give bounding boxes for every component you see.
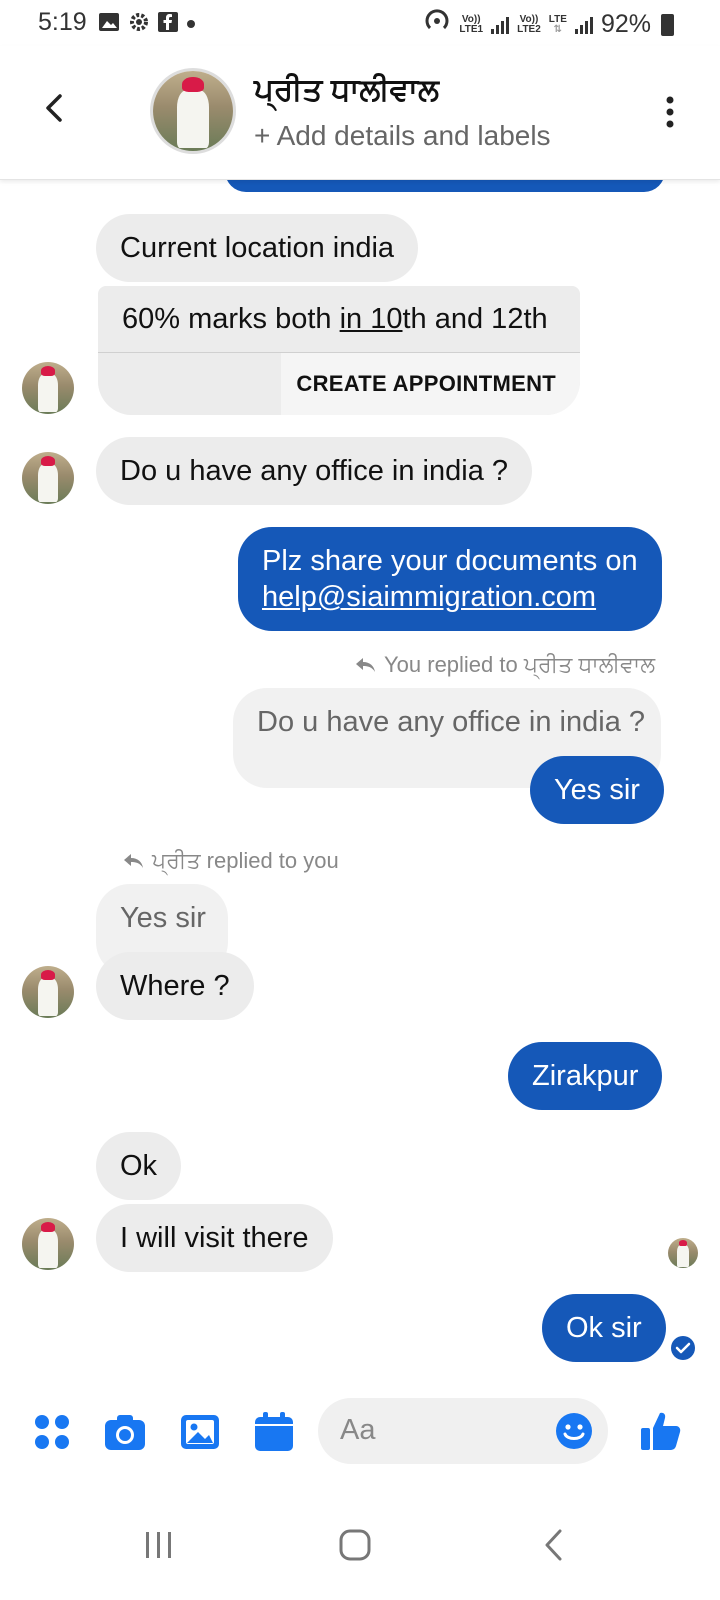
outgoing-message-partial — [225, 180, 665, 192]
more-vertical-icon — [666, 96, 674, 128]
back-button[interactable] — [36, 90, 72, 126]
status-bar: 5:19 Vo)) LTE1 Vo)) LTE2 LTE ⇅ 92% — [0, 0, 720, 46]
sender-avatar[interactable] — [22, 1218, 74, 1270]
apps-button[interactable] — [30, 1410, 74, 1454]
recent-apps-button[interactable] — [134, 1520, 184, 1570]
sender-avatar[interactable] — [22, 362, 74, 414]
nav-back-icon — [545, 1529, 562, 1561]
home-icon — [339, 1529, 371, 1561]
image-icon — [181, 1415, 219, 1449]
back-arrow-icon — [46, 94, 62, 122]
emoji-button[interactable] — [554, 1411, 594, 1451]
message-input[interactable]: Aa — [318, 1398, 608, 1464]
incoming-message-card[interactable]: 60% marks both in 10th and 12th CREATE A… — [98, 286, 580, 415]
appointment-button[interactable] — [252, 1410, 296, 1454]
notification-icons — [98, 11, 196, 38]
recent-apps-icon — [146, 1532, 171, 1558]
add-details-link[interactable]: + Add details and labels — [254, 120, 551, 152]
message-list[interactable]: Current location india 60% marks both in… — [0, 180, 720, 1390]
email-link[interactable]: help@siaimmigration.com — [262, 579, 638, 615]
settings-notification-icon — [128, 11, 150, 38]
battery-icon — [661, 13, 674, 36]
reply-arrow-icon — [124, 854, 143, 868]
outgoing-message[interactable]: Ok sir — [542, 1294, 666, 1362]
thumbs-up-icon — [641, 1412, 681, 1450]
contact-name[interactable]: ਪ੍ਰੀਤ ਧਾਲੀਵਾਲ — [254, 72, 439, 109]
apps-icon — [35, 1415, 69, 1449]
more-options-button[interactable] — [664, 96, 676, 128]
outgoing-message[interactable]: Plz share your documents on help@siaimmi… — [238, 527, 662, 631]
status-time: 5:19 — [38, 8, 87, 36]
calendar-icon — [255, 1412, 293, 1451]
conversation-header: ਪ੍ਰੀਤ ਧਾਲੀਵਾਲ + Add details and labels — [0, 46, 720, 180]
message-input-placeholder: Aa — [340, 1414, 376, 1446]
status-right: Vo)) LTE1 Vo)) LTE2 LTE ⇅ 92% — [423, 8, 674, 41]
system-back-button[interactable] — [530, 1520, 580, 1570]
incoming-message[interactable]: Do u have any office in india ? — [96, 437, 533, 505]
camera-icon — [105, 1415, 145, 1450]
incoming-message[interactable]: Ok — [96, 1132, 182, 1200]
incoming-message[interactable]: I will visit there — [96, 1204, 333, 1272]
sim1-indicator: Vo)) LTE1 — [459, 13, 484, 35]
create-appointment-button[interactable]: CREATE APPOINTMENT — [98, 353, 580, 415]
signal-bars-1-icon — [491, 16, 510, 34]
seen-indicator-avatar — [668, 1238, 698, 1268]
delivered-check-icon — [671, 1336, 695, 1360]
create-appointment-label: CREATE APPOINTMENT — [296, 371, 556, 396]
camera-button[interactable] — [103, 1410, 147, 1454]
battery-percent: 92% — [600, 10, 651, 38]
gallery-button[interactable] — [178, 1410, 222, 1454]
lte-indicator: LTE ⇅ — [548, 13, 567, 35]
sender-avatar[interactable] — [22, 966, 74, 1018]
sim2-indicator: Vo)) LTE2 — [517, 13, 541, 35]
emoji-icon — [556, 1413, 592, 1449]
contact-avatar[interactable] — [150, 68, 236, 154]
reply-context-note: ਪ੍ਰੀਤ replied to you — [122, 848, 339, 874]
outgoing-message[interactable]: Zirakpur — [508, 1042, 663, 1110]
message-composer: Aa — [0, 1392, 720, 1476]
incoming-message[interactable]: Current location india — [96, 214, 419, 282]
reply-context-note: You replied to ਪ੍ਰੀਤ ਧਾਲੀਵਾਲ — [354, 652, 655, 678]
reply-arrow-icon — [356, 658, 375, 672]
hotspot-icon — [423, 8, 451, 41]
system-navigation-bar — [0, 1490, 720, 1600]
signal-bars-2-icon — [574, 16, 593, 34]
like-button[interactable] — [638, 1408, 684, 1454]
outgoing-message[interactable]: Yes sir — [530, 756, 664, 824]
facebook-notification-icon — [158, 12, 178, 37]
sender-avatar[interactable] — [22, 452, 74, 504]
card-text: 60% marks both in 10th and 12th — [98, 286, 580, 353]
home-button[interactable] — [330, 1520, 380, 1570]
incoming-message[interactable]: Where ? — [96, 952, 254, 1020]
gallery-notification-icon — [98, 12, 120, 37]
dot-indicator-icon — [186, 16, 196, 34]
